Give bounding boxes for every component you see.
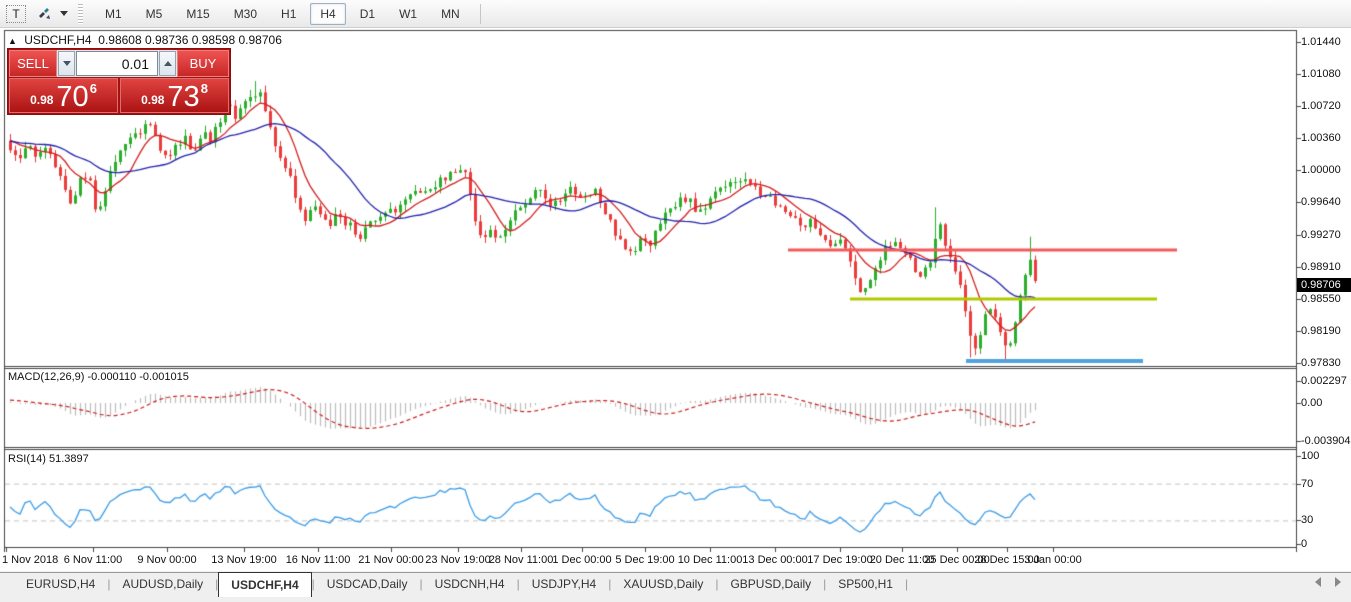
ohlc-open: 0.98608	[98, 33, 141, 47]
tab-separator: |	[905, 573, 908, 591]
chart-tab-bar: EURUSD,H4|AUDUSD,Daily|USDCHF,H4|USDCAD,…	[0, 572, 1351, 602]
arrows-tool-button[interactable]	[36, 6, 52, 22]
arrows-dropdown-caret-icon[interactable]	[60, 11, 68, 16]
timeframe-H1[interactable]: H1	[271, 3, 306, 25]
ohlc-high: 0.98736	[145, 33, 188, 47]
timeframe-M5[interactable]: M5	[136, 3, 173, 25]
tab-USDJPY-H4[interactable]: USDJPY,H4	[520, 573, 608, 596]
timeframe-D1[interactable]: D1	[350, 3, 385, 25]
timeframe-W1[interactable]: W1	[389, 3, 427, 25]
tab-USDCAD-Daily[interactable]: USDCAD,Daily	[315, 573, 420, 596]
macd-label: MACD(12,26,9) -0.000110 -0.001015	[8, 371, 189, 383]
volume-input[interactable]	[76, 51, 158, 76]
ohlc-low: 0.98598	[192, 33, 235, 47]
ohlc-close: 0.98706	[238, 33, 281, 47]
tab-scroll-buttons	[1315, 577, 1341, 587]
toolbar-grip	[78, 4, 83, 24]
tab-SP500-H1[interactable]: SP500,H1	[826, 573, 905, 596]
tab-AUDUSD-Daily[interactable]: AUDUSD,Daily	[110, 573, 215, 596]
buy-button[interactable]: BUY	[177, 50, 229, 77]
timeframe-MN[interactable]: MN	[431, 3, 470, 25]
timeframe-M1[interactable]: M1	[95, 3, 132, 25]
text-label-tool-button[interactable]: T	[6, 5, 26, 23]
tab-scroll-right-icon[interactable]	[1335, 577, 1341, 587]
mt4-window: T M1M5M15M30H1H4D1W1MN ▲ USDCHF,H4 0.986…	[0, 0, 1351, 602]
one-click-trading-panel: SELL BUY 0.98706 0.98738	[8, 49, 230, 114]
chart-ohlc-header: ▲ USDCHF,H4 0.98608 0.98736 0.98598 0.98…	[8, 33, 282, 47]
timeframe-M15[interactable]: M15	[176, 3, 219, 25]
spinner-up-icon	[164, 61, 172, 66]
sell-button[interactable]: SELL	[9, 50, 57, 77]
sell-price-display[interactable]: 0.98706	[9, 78, 118, 113]
tab-EURUSD-H4[interactable]: EURUSD,H4	[14, 573, 107, 596]
rsi-label: RSI(14) 51.3897	[8, 453, 89, 465]
timeframe-H4[interactable]: H4	[310, 3, 345, 25]
toolbar-separator	[480, 4, 481, 24]
tab-USDCNH-H4[interactable]: USDCNH,H4	[423, 573, 517, 596]
volume-increase-button[interactable]	[159, 51, 176, 76]
arrows-icon	[36, 6, 52, 22]
top-toolbar: T M1M5M15M30H1H4D1W1MN	[0, 0, 1351, 28]
tab-scroll-left-icon[interactable]	[1315, 577, 1321, 587]
volume-decrease-button[interactable]	[58, 51, 75, 76]
buy-price-display[interactable]: 0.98738	[120, 78, 229, 113]
current-price-tag: 0.98706	[1297, 278, 1351, 292]
tab-USDCHF-H4[interactable]: USDCHF,H4	[218, 572, 311, 597]
spinner-down-icon	[63, 61, 71, 66]
volume-control	[57, 50, 177, 77]
trade-panel-toggle-icon[interactable]: ▲	[8, 36, 17, 46]
chart-title: USDCHF,H4	[24, 33, 91, 47]
timeframe-M30[interactable]: M30	[224, 3, 267, 25]
tab-XAUUSD-Daily[interactable]: XAUUSD,Daily	[611, 573, 715, 596]
tab-GBPUSD-Daily[interactable]: GBPUSD,Daily	[718, 573, 823, 596]
